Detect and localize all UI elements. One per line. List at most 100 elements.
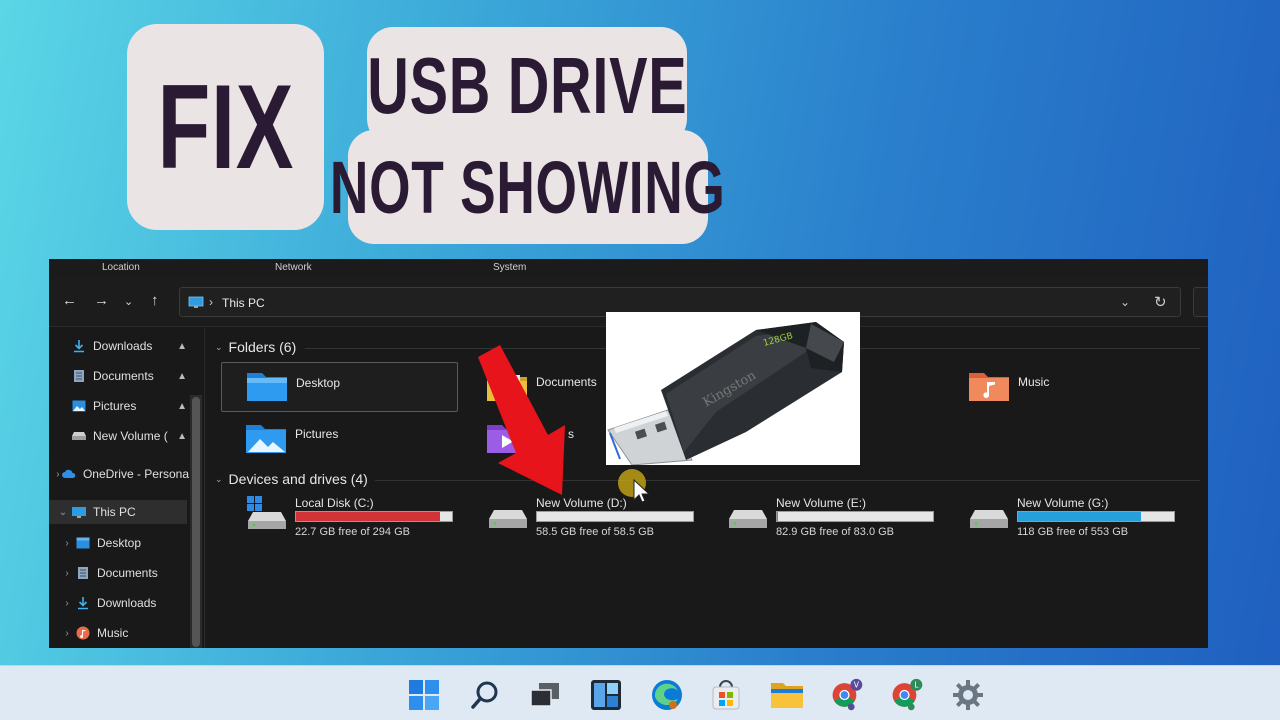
drive-free-space: 118 GB free of 553 GB [1017, 526, 1129, 538]
sidebar-item-label: This PC [93, 505, 136, 519]
cloud-icon [61, 467, 77, 481]
drive-e[interactable]: New Volume (E:) 82.9 GB free of 83.0 GB [728, 496, 958, 546]
mouse-cursor-icon [618, 469, 651, 503]
task-view-icon[interactable] [528, 678, 562, 712]
pin-icon[interactable]: ▲ [177, 341, 187, 352]
desktop-folder-icon [246, 369, 290, 405]
drive-d[interactable]: New Volume (D:) 58.5 GB free of 58.5 GB [488, 496, 718, 546]
folders-header-label: Folders (6) [228, 339, 297, 355]
expand-chevron-icon[interactable]: › [59, 628, 75, 639]
folder-pictures[interactable]: Pictures [221, 414, 458, 464]
drive-usage-bar [1017, 511, 1175, 522]
drive-icon [728, 504, 768, 530]
expand-chevron-icon[interactable]: › [59, 538, 75, 549]
folder-music[interactable]: Music [944, 362, 1181, 412]
collapse-chevron-icon[interactable]: ⌄ [55, 507, 71, 518]
collapse-chevron-icon[interactable]: ⌄ [215, 342, 223, 353]
usb-body: Kingston 128GB [661, 322, 844, 460]
sidebar-item-new-volume[interactable]: New Volume ( ▲ [49, 424, 189, 448]
taskbar: V L [0, 665, 1280, 720]
documents-icon [71, 369, 87, 383]
pin-icon[interactable]: ▲ [177, 431, 187, 442]
folders-group-header[interactable]: ⌄ Folders (6) [215, 339, 296, 355]
sidebar-item-downloads[interactable]: Downloads ▲ [49, 334, 189, 358]
ribbon-group-location[interactable]: Location [102, 262, 140, 273]
sidebar-item-onedrive[interactable]: › OneDrive - Persona [49, 462, 189, 486]
sidebar-item-pictures[interactable]: Pictures ▲ [49, 394, 189, 418]
folder-label: Desktop [296, 376, 341, 390]
drive-icon [969, 504, 1009, 530]
title-tile-not-showing: NOT SHOWING [330, 130, 725, 244]
drive-free-space: 22.7 GB free of 294 GB [295, 526, 410, 538]
chrome-profile-v-icon[interactable]: V [830, 678, 864, 712]
sidebar-item-label: OneDrive - Persona [82, 467, 189, 481]
search-box[interactable] [1193, 287, 1208, 317]
drive-free-space: 82.9 GB free of 83.0 GB [776, 526, 895, 538]
music-icon [75, 626, 91, 640]
collapse-chevron-icon[interactable]: ⌄ [215, 474, 223, 485]
address-dropdown-icon[interactable]: ⌄ [1120, 295, 1130, 309]
drive-icon [488, 504, 528, 530]
file-explorer-icon[interactable] [770, 678, 804, 712]
sidebar-item-label: Documents [97, 566, 158, 580]
desktop-icon [75, 536, 91, 550]
chevron-down-icon[interactable]: ⌄ [124, 295, 133, 310]
address-path[interactable]: This PC [222, 296, 265, 310]
profile-v-badge: V [854, 680, 860, 689]
store-icon[interactable] [709, 678, 743, 712]
title-tile-fix: FIX [127, 24, 324, 230]
drive-usage-bar [536, 511, 694, 522]
back-arrow-icon[interactable]: ← [62, 293, 77, 308]
pictures-icon [71, 399, 87, 413]
refresh-icon[interactable]: ↻ [1154, 293, 1167, 311]
sidebar-item-music[interactable]: › Music [49, 621, 189, 645]
title-usb-drive-text: USB DRIVE [366, 41, 688, 130]
drive-name: New Volume (G:) [1017, 496, 1109, 510]
sidebar-item-label: Documents [93, 369, 154, 383]
pin-icon[interactable]: ▲ [177, 371, 187, 382]
drive-icon [71, 429, 87, 443]
up-arrow-icon[interactable]: ↑ [151, 293, 159, 308]
ribbon-group-system[interactable]: System [493, 262, 526, 273]
sidebar-item-downloads-pc[interactable]: › Downloads [49, 591, 189, 615]
sidebar-item-desktop[interactable]: › Desktop [49, 531, 189, 555]
pin-icon[interactable]: ▲ [177, 401, 187, 412]
folder-desktop[interactable]: Desktop [221, 362, 458, 412]
sidebar-item-documents[interactable]: Documents ▲ [49, 364, 189, 388]
sidebar-scrollbar[interactable] [190, 395, 202, 648]
drive-usage-bar [776, 511, 934, 522]
windows-drive-icon [247, 496, 287, 530]
sidebar-item-label: Music [97, 626, 129, 640]
drive-name: Local Disk (C:) [295, 496, 374, 510]
folder-label: Pictures [295, 427, 339, 441]
expand-chevron-icon[interactable]: › [59, 598, 75, 609]
expand-chevron-icon[interactable]: › [59, 568, 75, 579]
sidebar-item-documents-pc[interactable]: › Documents [49, 561, 189, 585]
settings-icon[interactable] [951, 678, 985, 712]
navigation-pane: Downloads ▲ Documents ▲ Pictures ▲ New V… [49, 328, 204, 648]
usb-drive-photo: Kingston 128GB [606, 312, 860, 465]
sidebar-item-this-pc[interactable]: ⌄ This PC [49, 500, 187, 524]
start-icon[interactable] [407, 678, 441, 712]
this-pc-icon [188, 296, 204, 312]
title-tile-usb-drive: USB DRIVE [367, 27, 687, 145]
ribbon-group-network[interactable]: Network [275, 262, 312, 273]
forward-arrow-icon[interactable]: → [94, 293, 109, 308]
drive-c[interactable]: Local Disk (C:) 22.7 GB free of 294 GB [247, 496, 477, 546]
breadcrumb-chevron-icon: › [209, 295, 213, 309]
music-folder-icon [968, 369, 1012, 405]
title-fix-text: FIX [157, 60, 294, 194]
this-pc-icon [71, 505, 87, 519]
folder-label: Music [1018, 375, 1050, 389]
widgets-icon[interactable] [589, 678, 623, 712]
scrollbar-thumb[interactable] [192, 397, 200, 647]
search-icon[interactable] [468, 678, 502, 712]
chrome-profile-l-icon[interactable]: L [890, 678, 924, 712]
drives-group-header[interactable]: ⌄ Devices and drives (4) [215, 471, 368, 487]
drive-usage-bar [295, 511, 453, 522]
drive-g[interactable]: New Volume (G:) 118 GB free of 553 GB [969, 496, 1199, 546]
download-icon [71, 339, 87, 353]
edge-icon[interactable] [650, 678, 684, 712]
pane-divider[interactable] [204, 328, 205, 648]
drive-name: New Volume (D:) [536, 496, 627, 510]
